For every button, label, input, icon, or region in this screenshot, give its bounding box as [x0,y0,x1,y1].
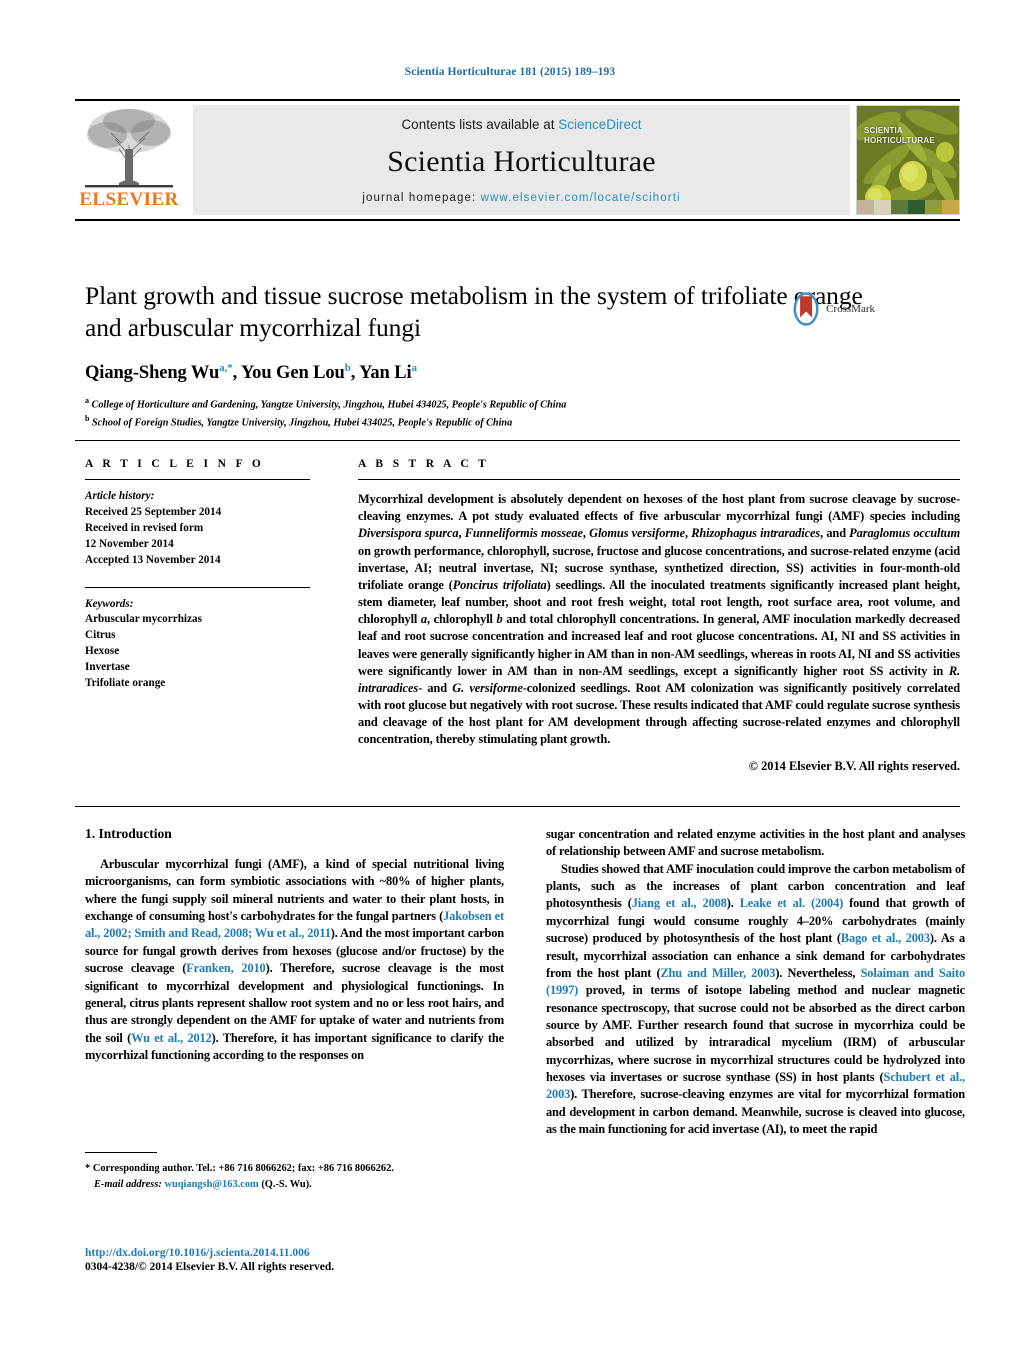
intro-paragraph-right-1: sugar concentration and related enzyme a… [546,827,965,859]
affiliation-marker-a: a [85,396,89,406]
abstract-rule [358,479,960,480]
body-column-left: 1. Introduction Arbuscular mycorrhizal f… [85,826,504,1138]
journal-masthead: ELSEVIER Contents lists available at Sci… [75,99,960,221]
info-section-top-rule [75,440,960,441]
page-title: Plant growth and tissue sucrose metaboli… [85,281,863,343]
abstract-bottom-rule [75,806,960,807]
contents-prefix: Contents lists available at [401,117,559,132]
body-column-right: sugar concentration and related enzyme a… [546,826,965,1138]
article-info-panel: A R T I C L E I N F O Article history: R… [85,458,310,692]
footnote-rule [85,1152,157,1153]
journal-homepage-line: journal homepage: www.elsevier.com/locat… [362,192,680,204]
body-columns: 1. Introduction Arbuscular mycorrhizal f… [85,826,965,1138]
keywords-label: Keywords: [85,597,134,610]
affiliation-a: a College of Horticulture and Gardening,… [85,395,875,412]
keywords-rule [85,586,310,588]
keyword-0: Arbuscular mycorrhizas [85,613,202,626]
doi-link[interactable]: http://dx.doi.org/10.1016/j.scienta.2014… [85,1247,585,1259]
intro-paragraph-left: Arbuscular mycorrhizal fungi (AMF), a ki… [85,857,505,1062]
footnote-email-link[interactable]: wuqiangsh@163.com [164,1179,258,1190]
journal-cover-thumbnail: SCIENTIA HORTICULTURAE [856,105,960,215]
author-names: Qiang-Sheng Wua,*, You Gen Loub, Yan Lia [85,362,417,384]
issn-copyright-line: 0304-4238/© 2014 Elsevier B.V. All right… [85,1261,335,1273]
journal-title: Scientia Horticulturae [387,145,656,178]
keyword-3: Invertase [85,661,130,674]
article-history: Article history: Received 25 September 2… [85,489,310,569]
section-heading-introduction: 1. Introduction [85,826,172,841]
elsevier-wordmark: ELSEVIER [79,189,179,210]
contents-list-line: Contents lists available at ScienceDirec… [401,117,641,132]
crossmark-label: CrossMark [826,303,875,315]
affiliation-b: b School of Foreign Studies, Yangtze Uni… [85,413,875,430]
running-head: Scientia Horticulturae 181 (2015) 189–19… [404,66,616,78]
cover-title: SCIENTIA HORTICULTURAE [864,126,935,146]
footnote-marker: * [85,1163,91,1174]
history-line-0: Received 25 September 2014 [85,505,222,518]
history-line-1: Received in revised form [85,521,204,534]
footnote-corresponding: Corresponding author. Tel.: +86 716 8066… [92,1163,394,1174]
article-header: Plant growth and tissue sucrose metaboli… [85,280,875,430]
article-info-rule [85,479,310,480]
footnote-email-label: E-mail address: [94,1178,162,1190]
journal-homepage-link[interactable]: www.elsevier.com/locate/scihorti [481,192,681,204]
affiliation-text-b: School of Foreign Studies, Yangtze Unive… [92,417,513,429]
abstract-text: Mycorrhizal development is absolutely de… [358,492,961,747]
sciencedirect-link[interactable]: ScienceDirect [558,117,641,132]
author-list: Qiang-Sheng Wua,*, You Gen Loub, Yan Lia [85,362,875,384]
history-line-2: 12 November 2014 [85,537,174,550]
affiliations: a College of Horticulture and Gardening,… [85,395,875,430]
cover-artwork [857,106,959,214]
abstract-heading: A B S T R A C T [358,458,490,470]
footnote-email-suffix: (Q.-S. Wu). [261,1178,312,1190]
masthead-center: Contents lists available at ScienceDirec… [193,105,850,215]
homepage-prefix: journal homepage: [362,192,481,204]
keyword-2: Hexose [85,645,120,658]
masthead-bottom-rule [75,219,960,221]
corresponding-author-footnote: * Corresponding author. Tel.: +86 716 80… [85,1152,504,1192]
elsevier-logo: ELSEVIER [75,101,183,219]
cover-bottom-strip [857,200,959,214]
affiliation-text-a: College of Horticulture and Gardening, Y… [91,399,567,411]
keyword-4: Trifoliate orange [85,677,166,690]
crossmark-badge[interactable]: CrossMark [789,286,875,332]
cover-title-line1: SCIENTIA [864,126,903,135]
article-info-heading: A R T I C L E I N F O [85,458,265,470]
crossmark-icon [793,292,819,326]
article-history-label: Article history: [85,490,155,502]
copyright-line: © 2014 Elsevier B.V. All rights reserved… [748,758,960,773]
affiliation-marker-b: b [85,413,90,423]
history-line-3: Accepted 13 November 2014 [85,553,221,566]
keywords-block: Keywords: Arbuscular mycorrhizas Citrus … [85,597,310,692]
footer-doi-block: http://dx.doi.org/10.1016/j.scienta.2014… [85,1247,585,1273]
abstract-panel: A B S T R A C T Mycorrhizal development … [358,458,960,774]
footnote-text: * Corresponding author. Tel.: +86 716 80… [85,1161,504,1192]
intro-paragraph-right-2: Studies showed that AMF inoculation coul… [546,861,965,1137]
elsevier-tree-icon [85,109,173,188]
paper-page: Scientia Horticulturae 181 (2015) 189–19… [0,0,1020,1351]
keyword-1: Citrus [85,629,116,642]
cover-title-line2: HORTICULTURAE [864,136,935,145]
